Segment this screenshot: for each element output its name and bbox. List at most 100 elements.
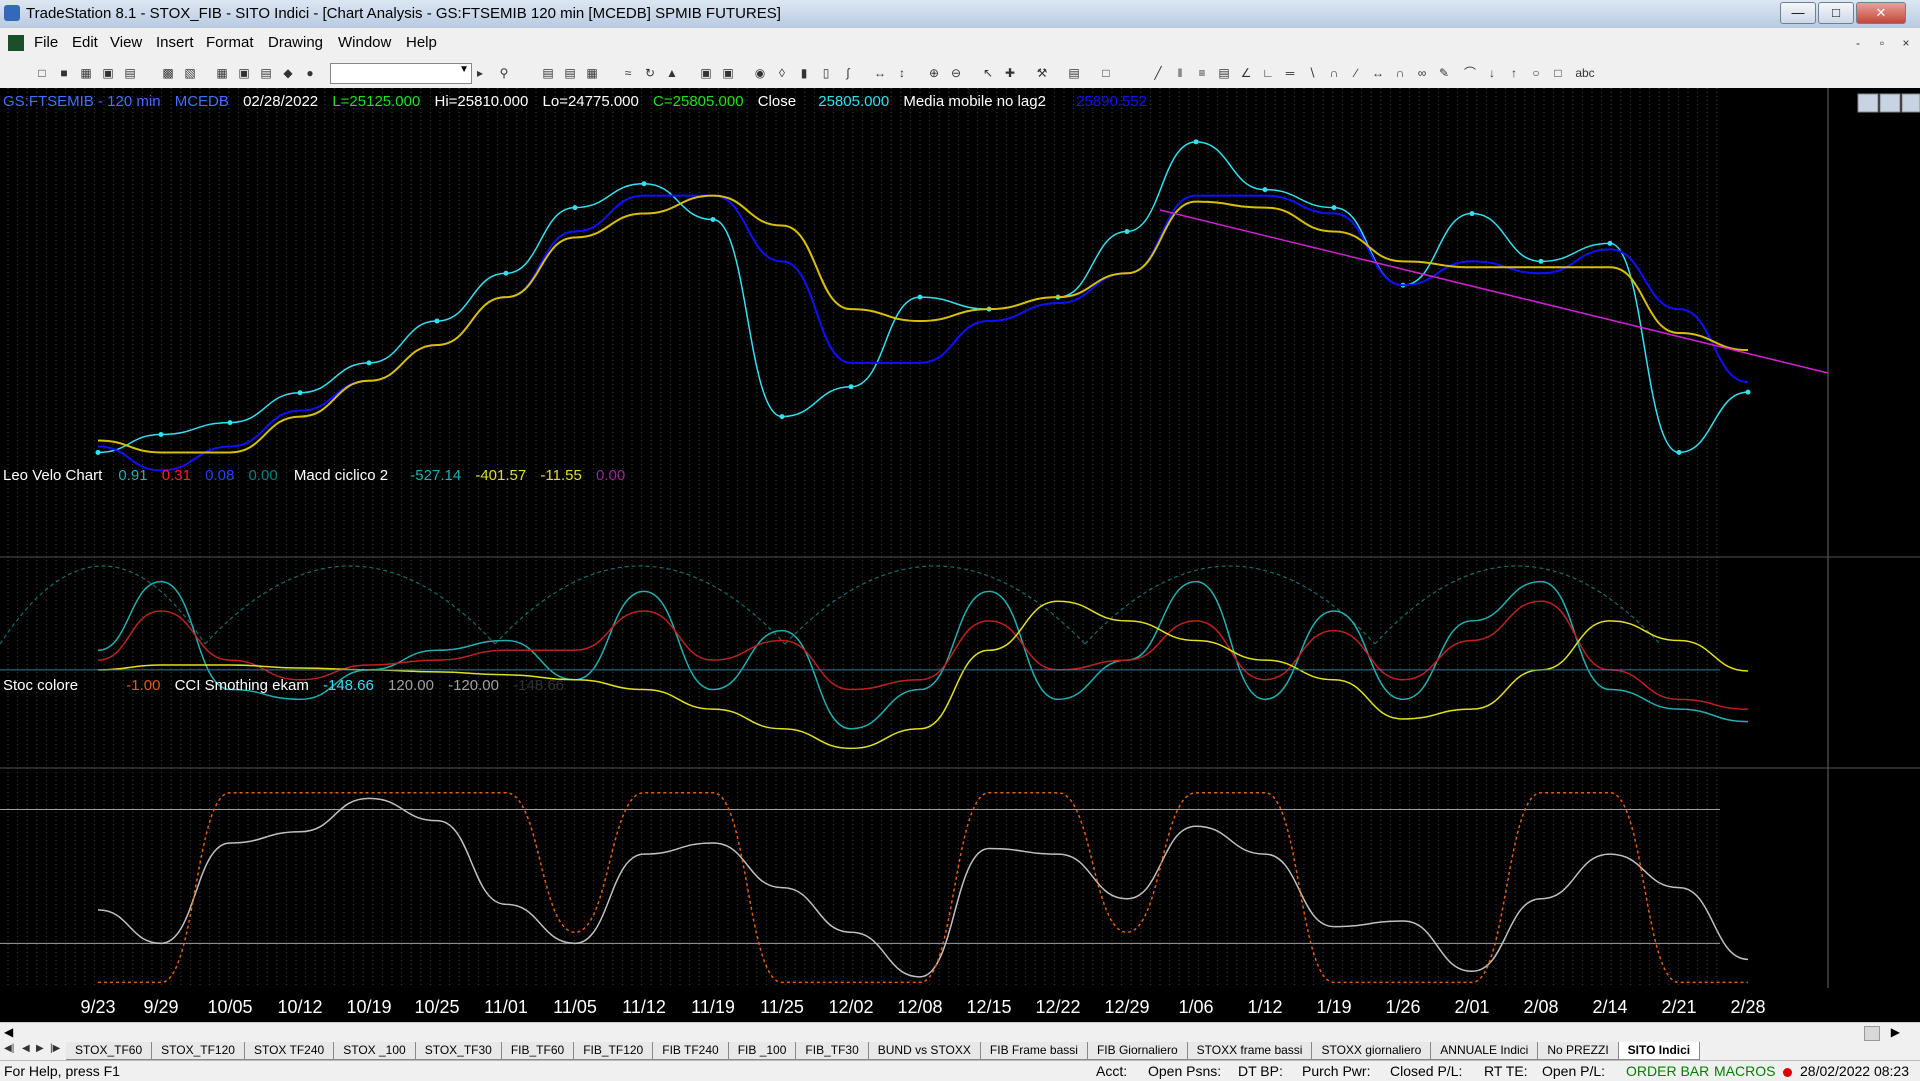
mdi-restore-button[interactable]: ▫ [1872, 34, 1892, 52]
table3-icon[interactable]: ▦ [584, 65, 600, 81]
menu-format[interactable]: Format [206, 34, 254, 51]
horizontal-lines-icon[interactable]: ≡ [1194, 65, 1210, 81]
workspace-tab[interactable]: STOXX frame bassi [1187, 1042, 1313, 1060]
fibonacci-icon[interactable]: ▤ [1216, 65, 1232, 81]
workspace-tab[interactable]: STOX TF240 [244, 1042, 335, 1060]
symbol-combo[interactable]: ▼ [330, 63, 472, 84]
compress-icon[interactable]: ↔ [872, 65, 888, 81]
tab-next-icon[interactable]: ▶ [36, 1043, 44, 1054]
workspace-tab[interactable]: BUND vs STOXX [868, 1042, 981, 1060]
arrow-up-icon[interactable]: ↑ [1506, 65, 1522, 81]
palette-icon[interactable]: ● [302, 65, 318, 81]
workspace-tab[interactable]: SITO Indici [1618, 1042, 1701, 1060]
workspace-tab[interactable]: FIB_TF60 [501, 1042, 575, 1060]
find-icon[interactable]: ⚲ [496, 65, 512, 81]
strategy-icon[interactable]: ◊ [774, 65, 790, 81]
line-chart-icon[interactable]: ∫ [840, 65, 856, 81]
tools-icon[interactable]: ⚒ [1034, 65, 1050, 81]
lock-icon[interactable]: ▤ [258, 65, 274, 81]
open-icon[interactable]: ■ [56, 65, 72, 81]
workspace-tab[interactable]: ANNUALE Indici [1431, 1042, 1539, 1060]
menu-file[interactable]: File [34, 34, 58, 51]
pointer-icon[interactable]: ↖ [980, 65, 996, 81]
chart-window-icon[interactable] [8, 35, 24, 51]
pencil-icon[interactable]: ✎ [1436, 65, 1452, 81]
new-icon[interactable]: □ [34, 65, 50, 81]
gann-icon[interactable]: ∟ [1260, 65, 1276, 81]
scroll-thumb[interactable] [1864, 1026, 1880, 1041]
workspace-tab[interactable]: FIB Giornaliero [1087, 1042, 1188, 1060]
print-icon[interactable]: ▩ [160, 65, 176, 81]
chart-icon[interactable]: ▲ [664, 65, 680, 81]
cube-icon[interactable]: ◆ [280, 65, 296, 81]
copy-icon[interactable]: ▣ [100, 65, 116, 81]
table-icon[interactable]: ▤ [540, 65, 556, 81]
macros-button[interactable]: MACROS [1714, 1063, 1775, 1079]
menu-drawing[interactable]: Drawing [268, 34, 323, 51]
order-bar-button[interactable]: ORDER BAR [1626, 1063, 1709, 1079]
minimize-button[interactable]: — [1780, 2, 1816, 24]
workspace-tab[interactable]: FIB Frame bassi [980, 1042, 1088, 1060]
workspace-tab[interactable]: FIB_TF120 [574, 1042, 654, 1060]
andrews-icon[interactable]: ∩ [1326, 65, 1342, 81]
text-tool-icon[interactable]: abc [1572, 65, 1598, 81]
vertical-lines-icon[interactable]: ‖ [1172, 65, 1188, 81]
save-icon[interactable]: ▦ [78, 65, 94, 81]
workspace-tab[interactable]: FIB_TF30 [796, 1042, 869, 1060]
workspace-tab[interactable]: STOX_TF30 [415, 1042, 502, 1060]
table2-icon[interactable]: ▤ [562, 65, 578, 81]
bar-icon[interactable]: ▮ [796, 65, 812, 81]
windows-icon[interactable]: ▣ [720, 65, 736, 81]
parallel-icon[interactable]: ∕ [1348, 65, 1364, 81]
arrows-icon[interactable]: ↔ [1370, 65, 1386, 81]
chart-svg[interactable]: 2800027500270002650026000255002500026157… [0, 88, 1920, 1022]
channel-icon[interactable]: ═ [1282, 65, 1298, 81]
workspace-tab[interactable]: STOX _100 [334, 1042, 416, 1060]
expand-icon[interactable]: ↕ [894, 65, 910, 81]
menu-edit[interactable]: Edit [72, 34, 98, 51]
subwindow-close-button[interactable] [1901, 93, 1920, 113]
regression-icon[interactable]: ∞ [1414, 65, 1430, 81]
trendline-icon[interactable]: ╱ [1150, 65, 1166, 81]
workspace-tab[interactable]: FIB TF240 [653, 1042, 729, 1060]
tab-last-icon[interactable]: |▶ [50, 1043, 60, 1054]
folder-icon[interactable]: ▤ [122, 65, 138, 81]
menu-view[interactable]: View [110, 34, 142, 51]
export-icon[interactable]: ▤ [1066, 65, 1082, 81]
chart-refresh-icon[interactable]: ↻ [642, 65, 658, 81]
scroll-right-icon[interactable]: ▶ [1891, 1025, 1900, 1039]
print-preview-icon[interactable]: ▧ [182, 65, 198, 81]
menu-insert[interactable]: Insert [156, 34, 194, 51]
menu-window[interactable]: Window [338, 34, 391, 51]
cycle-icon[interactable]: ∩ [1392, 65, 1408, 81]
note-icon[interactable]: □ [1098, 65, 1114, 81]
mdi-close-button[interactable]: × [1896, 34, 1916, 52]
maximize-button[interactable]: □ [1818, 2, 1854, 24]
candle-icon[interactable]: ▯ [818, 65, 834, 81]
wave-icon[interactable]: ≈ [620, 65, 636, 81]
ellipse-icon[interactable]: ○ [1528, 65, 1544, 81]
window-icon[interactable]: ▣ [698, 65, 714, 81]
go-arrow-icon[interactable]: ▸ [472, 65, 488, 81]
fan-icon[interactable]: ∠ [1238, 65, 1254, 81]
layout-icon[interactable]: ▣ [236, 65, 252, 81]
zoom-out-icon[interactable]: ⊖ [948, 65, 964, 81]
tab-first-icon[interactable]: ◀| [4, 1043, 14, 1054]
indicator-icon[interactable]: ◉ [752, 65, 768, 81]
workspace-tab[interactable]: FIB _100 [728, 1042, 797, 1060]
tab-prev-icon[interactable]: ◀ [22, 1043, 30, 1054]
curve-icon[interactable]: ⌒ [1462, 65, 1478, 81]
crosshair-icon[interactable]: ✚ [1002, 65, 1018, 81]
subwindow-min-button[interactable] [1857, 93, 1879, 113]
mdi-minimize-button[interactable]: - [1848, 34, 1868, 52]
grid-icon[interactable]: ▦ [214, 65, 230, 81]
speed-lines-icon[interactable]: ∖ [1304, 65, 1320, 81]
scroll-left-icon[interactable]: ◀ [4, 1025, 13, 1039]
workspace-tab[interactable]: STOX_TF120 [152, 1042, 245, 1060]
rectangle-icon[interactable]: □ [1550, 65, 1566, 81]
horizontal-scrollbar[interactable]: ◀ ▶ [0, 1022, 1920, 1043]
subwindow-restore-button[interactable] [1879, 93, 1901, 113]
menu-help[interactable]: Help [406, 34, 437, 51]
arrow-down-icon[interactable]: ↓ [1484, 65, 1500, 81]
workspace-tab[interactable]: STOX_TF60 [66, 1042, 153, 1060]
